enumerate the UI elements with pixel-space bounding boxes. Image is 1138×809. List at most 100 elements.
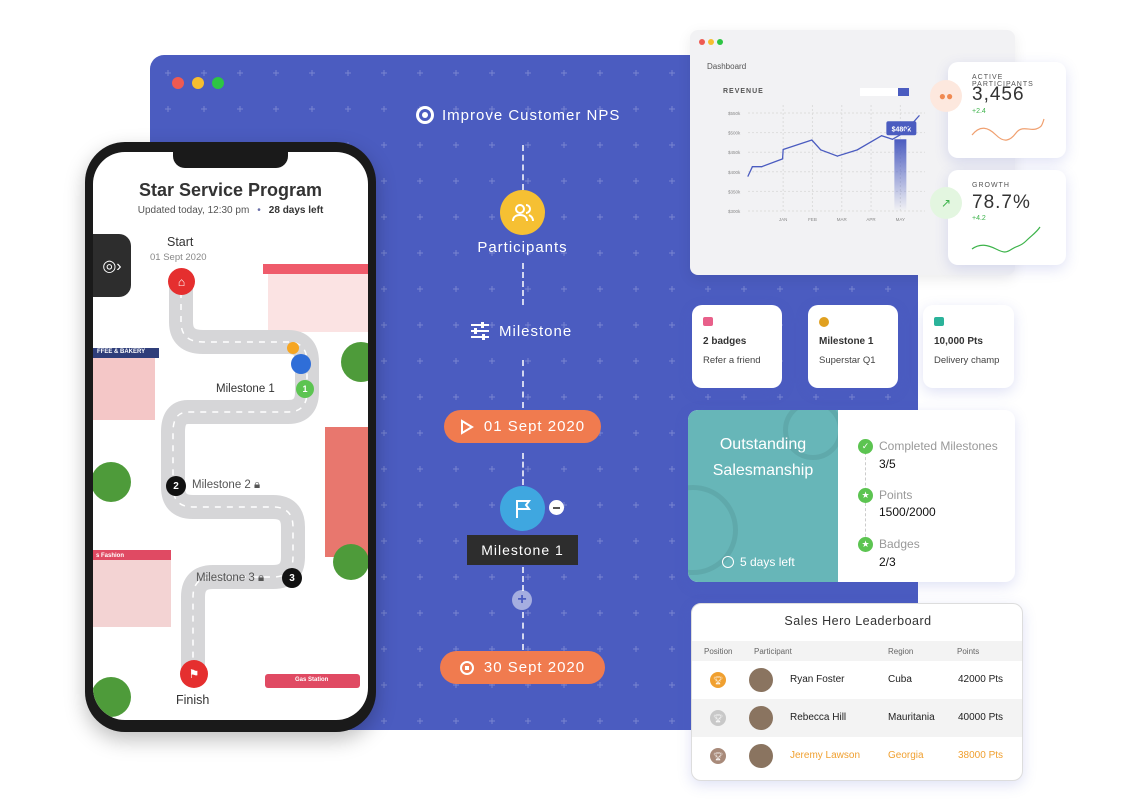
start-label: Start [167, 235, 194, 249]
trophy-icon: 🏆︎ [710, 672, 726, 688]
table-row[interactable]: 🏆︎ Rebecca Hill Mauritania 40000 Pts [692, 699, 1022, 737]
stop-icon [459, 660, 474, 675]
start-date-pill[interactable]: 01 Sept 2020 [444, 410, 601, 443]
trophy-icon: 🏆︎ [710, 748, 726, 764]
participant-name: Rebecca Hill [790, 712, 847, 723]
data-point [891, 138, 894, 140]
badge-card[interactable]: Milestone 1 Superstar Q1 [808, 305, 898, 388]
gift-icon [934, 317, 944, 326]
y-tick-label: $400k [728, 170, 741, 175]
badge-title: Milestone 1 [819, 336, 874, 347]
clock-icon [722, 556, 734, 568]
data-point [903, 132, 905, 134]
close-dot[interactable] [172, 77, 184, 89]
minimize-dot[interactable] [192, 77, 204, 89]
challenge-title: Outstanding Salesmanship [712, 436, 814, 479]
leaderboard: Sales Hero Leaderboard Position Particip… [691, 603, 1023, 781]
play-icon [460, 418, 474, 435]
program-meta: Updated today, 12:30 pm • 28 days left [137, 205, 324, 216]
end-date-pill[interactable]: 30 Sept 2020 [440, 651, 605, 684]
connector [522, 612, 524, 650]
start-date: 01 Sept 2020 [150, 252, 207, 263]
participants-label: Participants [477, 239, 568, 256]
stat-label: GROWTH [972, 182, 1010, 189]
y-tick-label: $500k [728, 131, 741, 136]
marketing-composite: Improve Customer NPS Participants Milest… [0, 0, 1138, 809]
y-tick-label: $300k [728, 209, 741, 214]
trending-up-icon: ↗ [930, 187, 962, 219]
sliders-icon [471, 322, 489, 340]
shop-sign: FFEE & BAKERY [97, 349, 146, 355]
check-icon: ✓ [858, 439, 873, 454]
finish-label: Finish [176, 693, 210, 707]
data-point [782, 148, 784, 151]
milestone-header: Milestone [470, 322, 572, 340]
progress-value: 2/3 [879, 555, 896, 569]
rewards-drawer-button[interactable]: ◎› [93, 234, 131, 297]
milestone-tooltip: Milestone 1 [467, 535, 578, 565]
leaderboard-title: Sales Hero Leaderboard [784, 614, 932, 628]
finish-flag-icon[interactable]: ⚑ [180, 660, 208, 688]
x-tick-label: MAY [896, 217, 905, 222]
gift-icon [703, 317, 713, 326]
data-point [747, 175, 749, 177]
table-row[interactable]: 🏆︎ Jeremy Lawson Georgia 38000 Pts [692, 737, 1022, 775]
sparkline [971, 118, 1045, 141]
maximize-dot[interactable] [212, 77, 224, 89]
badge-card[interactable]: 10,000 Pts Delivery champ [923, 305, 1014, 388]
time-left: 5 days left [722, 555, 795, 569]
leaderboard-header: Position Participant Region Points [692, 641, 1022, 661]
add-milestone-button[interactable]: + [512, 590, 532, 610]
avatar [749, 668, 773, 692]
participants-icon[interactable] [500, 190, 545, 235]
points: 40000 Pts [958, 712, 1004, 723]
goal-title: Improve Customer NPS [416, 106, 620, 124]
data-point [820, 149, 822, 151]
connector [522, 145, 524, 190]
challenge-card[interactable]: Outstanding Salesmanship 5 days left ✓ Co… [688, 410, 1015, 582]
table-row[interactable]: 🏆︎ Ryan Foster Cuba 42000 Pts [692, 661, 1022, 699]
star-icon: ★ [858, 488, 873, 503]
points: 42000 Pts [958, 674, 1004, 685]
data-point [751, 166, 753, 168]
data-point [811, 139, 813, 141]
connector [522, 263, 524, 305]
phone-screen: Star Service Program Updated today, 12:3… [93, 152, 368, 720]
progress-label: Badges [879, 537, 920, 551]
sparkline [971, 226, 1041, 253]
connector [522, 360, 524, 408]
award-icon: ◎› [102, 257, 122, 275]
remove-milestone-button[interactable] [549, 500, 564, 515]
start-date: 01 Sept 2020 [483, 418, 586, 435]
data-point [781, 158, 784, 160]
highlight-bar [894, 139, 907, 211]
data-point [918, 115, 920, 117]
region: Mauritania [888, 712, 935, 723]
x-tick-label: FEB [808, 217, 817, 222]
goal-text: Improve Customer NPS [442, 106, 621, 124]
home-marker-icon[interactable]: ⌂ [168, 268, 195, 295]
map-route [93, 264, 368, 717]
y-tick-label: $350k [728, 189, 741, 194]
stat-value: 3,456 [972, 84, 1025, 105]
data-point [761, 166, 763, 168]
stat-delta: +2.4 [972, 108, 986, 115]
y-tick-label: $550k [728, 111, 741, 116]
challenge-banner: Outstanding Salesmanship 5 days left [688, 410, 838, 582]
program-title: Star Service Program [138, 180, 323, 200]
end-date: 30 Sept 2020 [483, 659, 586, 676]
target-icon [416, 106, 434, 124]
participant-name: Ryan Foster [790, 674, 845, 685]
badge-card[interactable]: 2 badges Refer a friend [692, 305, 782, 388]
milestone-2-marker[interactable]: 2 [166, 476, 186, 496]
progress-label: Completed Milestones [879, 439, 998, 453]
milestone-3-marker[interactable]: 3 [282, 568, 302, 588]
flag-icon[interactable] [500, 486, 545, 531]
badge-subtitle: Refer a friend [703, 355, 761, 366]
milestone-3-label: Milestone 3 🔒︎ [196, 572, 265, 584]
avatar [749, 706, 773, 730]
milestone-1-label: Milestone 1 [216, 383, 275, 395]
medal-icon [819, 317, 829, 327]
connector [522, 567, 524, 591]
milestone-1-marker[interactable]: 1 [296, 380, 314, 398]
